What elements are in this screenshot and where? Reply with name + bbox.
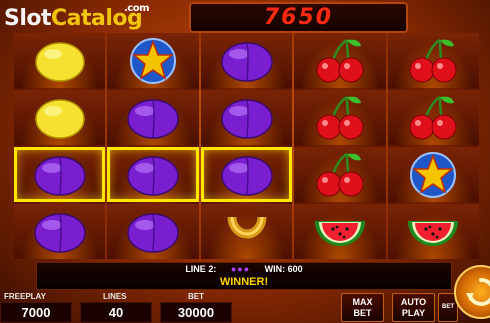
cherry-icon [316,95,364,139]
reel-cell [387,33,480,88]
reel-3 [200,33,293,259]
win-info-bar: LINE 2: ●●● WIN: 600 WINNER! [36,262,452,290]
reel-cell [200,33,293,88]
cherry-icon [409,95,457,139]
watermelon-icon [408,220,459,246]
reel-cell [200,204,293,259]
win-line-label: LINE 2: [185,264,217,274]
reel-cell [387,90,480,145]
reel-cell [294,147,386,202]
spin-button[interactable] [454,265,490,319]
plum-icon [127,212,179,253]
horseshoe-icon [227,216,267,238]
bet-value[interactable]: 30000 [160,302,232,323]
reel-2 [107,33,199,259]
reel-cell [107,33,199,88]
lemon-icon [34,41,85,82]
winning-reel-cell [200,147,293,202]
star-icon [410,151,457,198]
lines-label: LINES [103,292,127,301]
reel-cell [14,90,106,145]
reel-cell [387,147,480,202]
plum-icon [33,212,86,253]
cherry-icon [316,38,364,82]
reel-cell [294,90,386,145]
win-symbols-icon: ●●● [230,264,251,274]
freeplay-label: FREEPLAY [4,292,46,301]
reel-cell [294,33,386,88]
reel-4 [294,33,386,259]
reel-cell [14,33,106,88]
plum-icon [127,155,179,196]
reel-cell [107,204,199,259]
slotcatalog-logo: SlotCatalog .com [4,3,150,31]
watermelon-icon [314,220,365,246]
win-amount: WIN: 600 [264,264,303,274]
max-bet-button[interactable]: MAX BET [341,293,384,322]
reel-cell [14,204,106,259]
reel-cell [200,90,293,145]
plum-icon [220,41,273,82]
reel-1 [14,33,106,259]
plum-icon [220,98,273,139]
bet-label: BET [188,292,204,301]
winning-reel-cell [14,147,106,202]
spin-arrow-icon [466,277,490,306]
reels-area [14,33,480,259]
reel-cell [387,204,480,259]
auto-play-button[interactable]: AUTO PLAY [392,293,435,322]
reel-cell [294,204,386,259]
plum-icon [220,155,273,196]
lemon-icon [34,98,85,139]
cherry-icon [316,152,364,196]
cherry-icon [409,38,457,82]
winning-reel-cell [107,147,199,202]
star-icon [130,37,177,84]
freeplay-value: 7000 [0,302,72,323]
winner-message: WINNER! [219,276,269,288]
plum-icon [127,98,179,139]
reel-cell [107,90,199,145]
lines-value[interactable]: 40 [80,302,152,323]
plum-icon [33,155,86,196]
credit-display: 7650 [189,2,408,33]
reel-5 [387,33,480,259]
